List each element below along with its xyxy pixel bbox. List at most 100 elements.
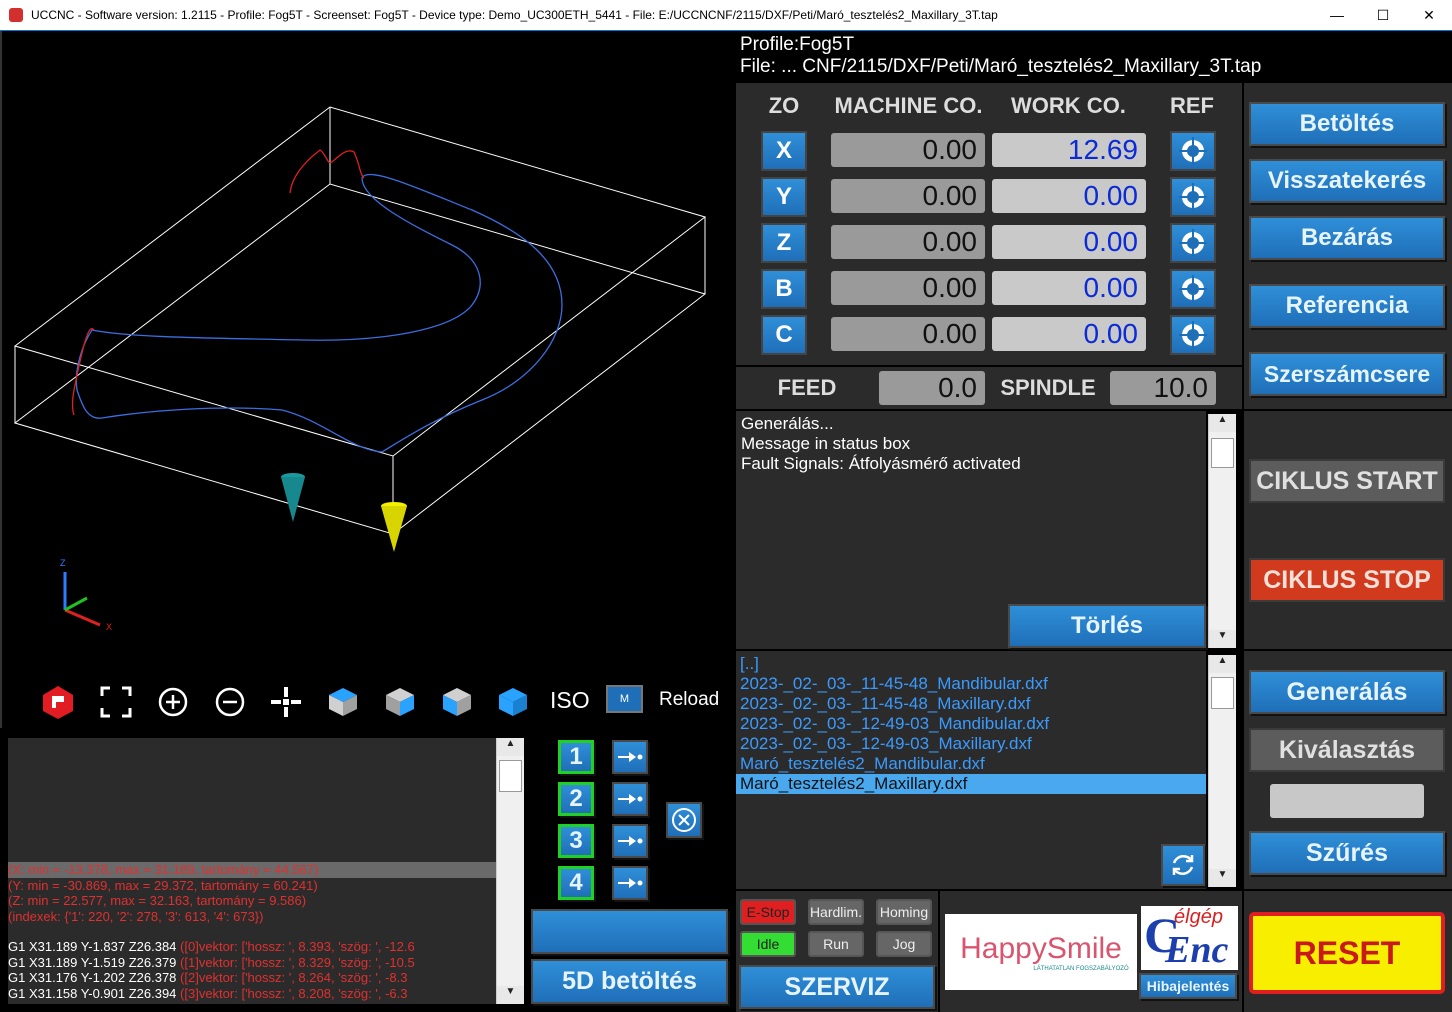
referencia-button[interactable]: Referencia — [1249, 284, 1445, 328]
console-gcode-line: G1 X31.189 Y-1.519 Z26.379 ([1]vektor: [… — [8, 955, 496, 971]
dro-panel: ZO MACHINE CO. WORK CO. REF X 0.00 12.69… — [736, 83, 1242, 365]
machine-view-label: M — [619, 693, 630, 705]
celgep-enc: Enc — [1165, 929, 1229, 971]
scroll-up-arrow[interactable]: ▲ — [497, 738, 524, 756]
szures-button[interactable]: Szűrés — [1249, 831, 1445, 875]
cancel-button[interactable] — [666, 802, 702, 838]
arrow-to-point-icon — [618, 836, 643, 846]
profile-text: Profile:Fog5T — [740, 34, 855, 55]
ref-c-button[interactable] — [1170, 315, 1216, 355]
ref-x-button[interactable] — [1170, 131, 1216, 171]
work-coord-z[interactable]: 0.00 — [992, 225, 1146, 259]
file-list-item[interactable]: 2023-_02-_03-_12-49-03_Maxillary.dxf — [736, 734, 1206, 754]
ref-z-button[interactable] — [1170, 223, 1216, 263]
file-list-item[interactable]: 2023-_02-_03-_12-49-03_Mandibular.dxf — [736, 714, 1206, 734]
kivalasztas-button[interactable]: Kiválasztás — [1249, 728, 1445, 772]
filter-input[interactable] — [1270, 784, 1424, 818]
generalas-button[interactable]: Generálás — [1249, 670, 1445, 714]
gcode-comment: ([2]vektor: ['hossz: ', 8.264, 'szög: ',… — [180, 970, 408, 985]
fit-view-icon[interactable] — [98, 684, 134, 720]
crosshair-icon — [1179, 137, 1207, 165]
slot-3-send-button[interactable] — [612, 824, 648, 858]
ref-y-button[interactable] — [1170, 177, 1216, 217]
view-side-icon[interactable] — [439, 684, 475, 720]
iso-button[interactable]: ISO — [550, 687, 590, 714]
work-coord-b[interactable]: 0.00 — [992, 271, 1146, 305]
slot-3-button[interactable]: 3 — [558, 824, 594, 858]
zero-z-button[interactable]: Z — [761, 223, 807, 263]
zero-c-button[interactable]: C — [761, 315, 807, 355]
reset-button[interactable]: RESET — [1249, 912, 1445, 994]
window-titlebar: UCCNC - Software version: 1.2115 - Profi… — [0, 0, 1452, 31]
view-front-icon[interactable] — [382, 684, 418, 720]
arrow-to-point-icon — [618, 794, 643, 804]
console-scrollbar[interactable]: ▲ ▼ — [496, 738, 524, 1004]
zoom-in-icon[interactable] — [155, 684, 191, 720]
hibajelentes-button[interactable]: Hibajelentés — [1139, 973, 1237, 999]
ujragenerlas-button[interactable] — [531, 909, 728, 954]
crosshair-icon — [1179, 183, 1207, 211]
view-top-icon[interactable] — [325, 684, 361, 720]
run-indicator: Run — [808, 931, 864, 957]
file-list-item[interactable]: 2023-_02-_03-_11-45-48_Mandibular.dxf — [736, 674, 1206, 694]
scroll-up-arrow[interactable]: ▲ — [1209, 655, 1236, 673]
torles-button[interactable]: Törlés — [1008, 604, 1206, 648]
file-list-item[interactable]: [..] — [736, 654, 1206, 674]
app-logo-icon[interactable] — [40, 684, 76, 720]
slot-4-button[interactable]: 4 — [558, 866, 594, 900]
file-list-item[interactable]: 2023-_02-_03-_11-45-48_Maxillary.dxf — [736, 694, 1206, 714]
hardlim-indicator: Hardlim. — [808, 899, 864, 925]
reload-button[interactable]: Reload — [659, 689, 719, 711]
szerviz-button[interactable]: SZERVIZ — [739, 965, 935, 1009]
file-list-item[interactable]: Maró_tesztelés2_Maxillary.dxf — [736, 774, 1206, 794]
message-scrollbar[interactable]: ▲ ▼ — [1208, 414, 1236, 648]
feed-label: FEED — [777, 375, 837, 400]
visszatekeres-button[interactable]: Visszatekerés — [1249, 159, 1445, 203]
machine-view-icon[interactable]: M — [606, 685, 643, 713]
betoltes-5d-button[interactable]: 5D betöltés — [531, 959, 728, 1004]
scroll-thumb[interactable] — [1211, 438, 1234, 468]
slot-4-send-button[interactable] — [612, 866, 648, 900]
work-coord-c[interactable]: 0.00 — [992, 317, 1146, 351]
happysmile-logo-subtitle: LÁTHATATLAN FOGSZABÁLYOZÓ — [1033, 966, 1129, 972]
slot-1-send-button[interactable] — [612, 740, 648, 774]
ref-header: REF — [1170, 93, 1214, 118]
szerszamcsere-button[interactable]: Szerszámcsere — [1249, 352, 1445, 396]
slot-1-button[interactable]: 1 — [558, 740, 594, 774]
work-coord-y[interactable]: 0.00 — [992, 179, 1146, 213]
maximize-button[interactable]: ☐ — [1360, 7, 1406, 24]
feed-spindle-panel: FEED 0.0 SPINDLE 10.0 — [736, 367, 1242, 409]
bezaras-button[interactable]: Bezárás — [1249, 216, 1445, 260]
console-line: (X: min = -13.378, max = 31.189, tartomá… — [8, 862, 496, 878]
zero-b-button[interactable]: B — [761, 269, 807, 309]
zoom-out-icon[interactable] — [212, 684, 248, 720]
ciklus-start-button[interactable]: CIKLUS START — [1249, 459, 1445, 503]
slot-2-send-button[interactable] — [612, 782, 648, 816]
ref-b-button[interactable] — [1170, 269, 1216, 309]
scroll-thumb[interactable] — [499, 760, 522, 792]
ciklus-stop-button[interactable]: CIKLUS STOP — [1249, 558, 1445, 602]
console-line: (indexek: {'1': 220, '2': 278, '3': 613,… — [8, 908, 264, 924]
scroll-up-arrow[interactable]: ▲ — [1209, 414, 1236, 432]
happysmile-logo-text: HappySmile — [960, 932, 1122, 965]
betoltes-button[interactable]: Betöltés — [1249, 102, 1445, 146]
minimize-button[interactable]: — — [1314, 7, 1360, 23]
gcode-command: G1 X31.176 Y-1.202 Z26.378 — [8, 970, 177, 985]
zero-x-button[interactable]: X — [761, 131, 807, 171]
scroll-down-arrow[interactable]: ▼ — [1209, 630, 1236, 648]
file-list-item[interactable]: Maró_tesztelés2_Mandibular.dxf — [736, 754, 1206, 774]
scroll-thumb[interactable] — [1211, 677, 1234, 709]
toolpath-viewport[interactable]: Z X ISO M Reload — [0, 31, 734, 728]
machine-coord-b: 0.00 — [831, 271, 985, 305]
info-panel: Profile:Fog5T File: ... CNF/2115/DXF/Pet… — [736, 31, 1452, 81]
scroll-down-arrow[interactable]: ▼ — [497, 986, 524, 1004]
view-iso-cube-icon[interactable] — [495, 684, 531, 720]
zero-y-button[interactable]: Y — [761, 177, 807, 217]
scroll-down-arrow[interactable]: ▼ — [1209, 869, 1236, 887]
close-button[interactable]: ✕ — [1406, 7, 1452, 24]
file-list-scrollbar[interactable]: ▲ ▼ — [1208, 655, 1236, 887]
refresh-files-button[interactable] — [1161, 844, 1205, 886]
slot-2-button[interactable]: 2 — [558, 782, 594, 816]
work-coord-x[interactable]: 12.69 — [992, 133, 1146, 167]
pan-icon[interactable] — [268, 684, 304, 720]
